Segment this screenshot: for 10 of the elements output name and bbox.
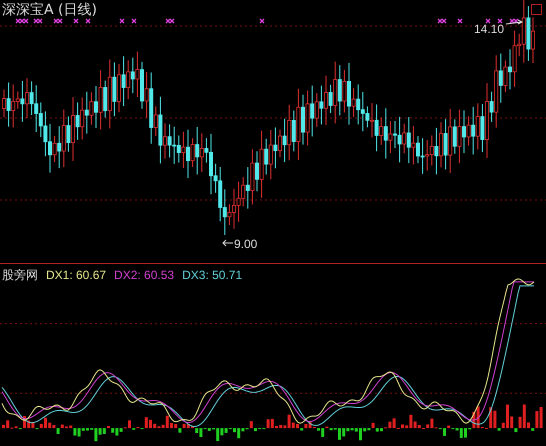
window-toggle-icon[interactable] (531, 4, 542, 15)
low-arrow-icon (222, 240, 234, 246)
indicator-value: DX3: 50.71 (182, 268, 242, 282)
chart-title: 深深宝A (日线) (2, 1, 97, 19)
indicator-name: 股旁网 (2, 267, 38, 284)
high-price-label: 14.10 (474, 22, 504, 36)
indicator-value: DX2: 60.53 (114, 268, 174, 282)
high-arrow-icon (506, 20, 524, 24)
low-price-label: 9.00 (234, 237, 258, 251)
indicator-value: DX1: 60.67 (46, 268, 106, 282)
